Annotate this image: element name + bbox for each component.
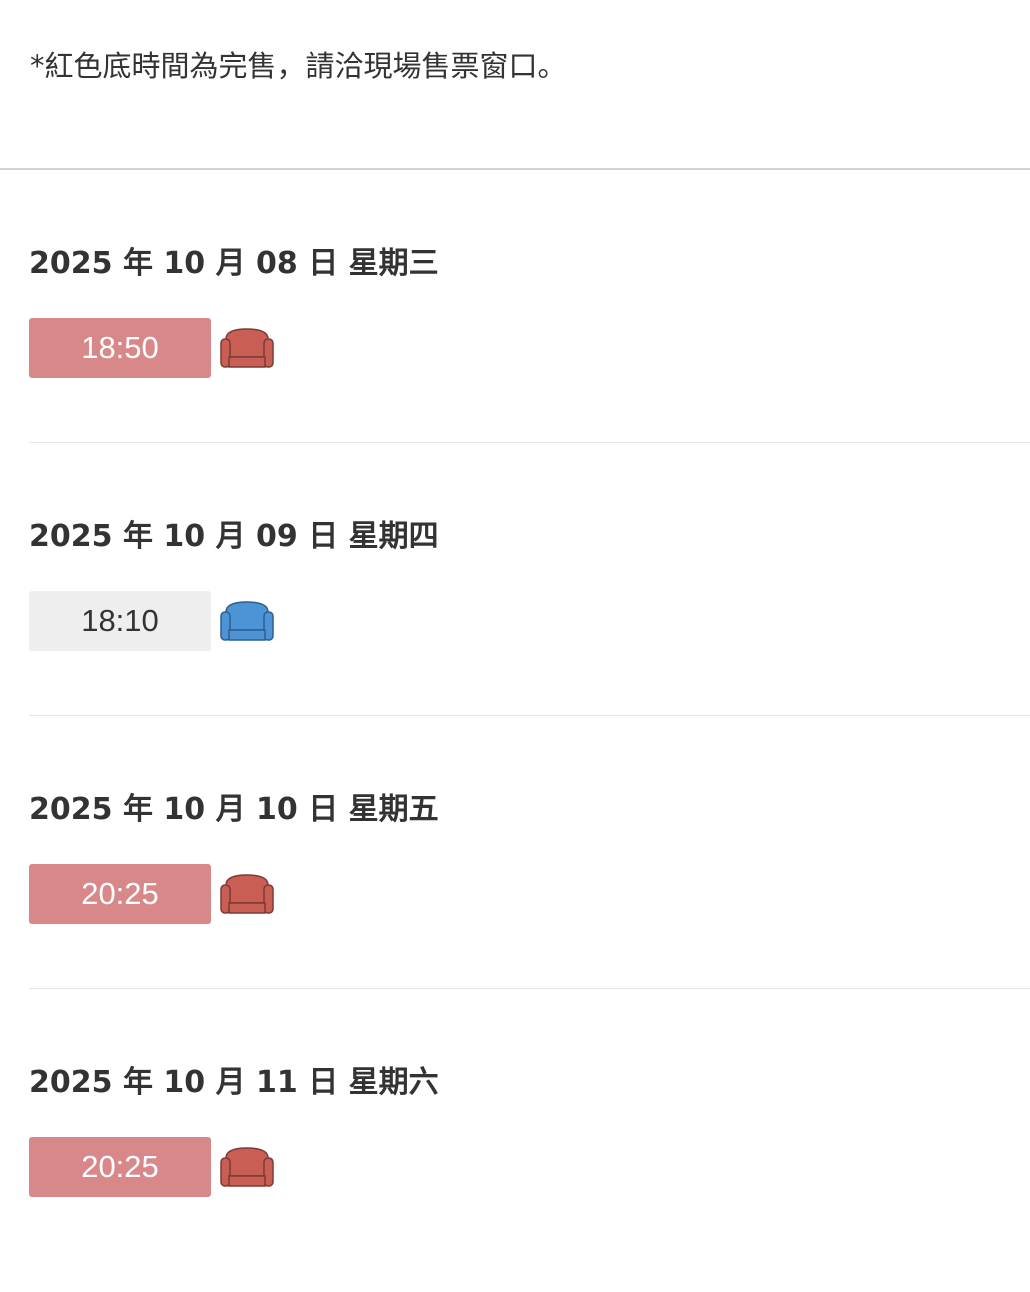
showtime-list: 2025 年 10 月 08 日 星期三 18:50 2025 年 10 月 0… <box>0 170 1030 1261</box>
day-section: 2025 年 10 月 11 日 星期六 20:25 <box>29 989 1030 1261</box>
showtime-button[interactable]: 18:10 <box>29 591 211 651</box>
date-heading: 2025 年 10 月 09 日 星期四 <box>29 519 439 554</box>
showtime-row: 20:25 <box>29 1137 274 1197</box>
day-section: 2025 年 10 月 08 日 星期三 18:50 <box>29 170 1030 443</box>
seat-icon <box>220 328 274 368</box>
showtime-row: 18:50 <box>29 318 274 378</box>
seat-icon <box>220 1147 274 1187</box>
day-section: 2025 年 10 月 10 日 星期五 20:25 <box>29 716 1030 989</box>
date-heading: 2025 年 10 月 10 日 星期五 <box>29 792 439 827</box>
seat-icon <box>220 874 274 914</box>
day-section: 2025 年 10 月 09 日 星期四 18:10 <box>29 443 1030 716</box>
showtime-row: 20:25 <box>29 864 274 924</box>
showtime-button[interactable]: 20:25 <box>29 1137 211 1197</box>
date-heading: 2025 年 10 月 08 日 星期三 <box>29 246 439 281</box>
seat-icon <box>220 601 274 641</box>
showtime-row: 18:10 <box>29 591 274 651</box>
showtime-button[interactable]: 20:25 <box>29 864 211 924</box>
date-heading: 2025 年 10 月 11 日 星期六 <box>29 1065 439 1100</box>
showtime-button[interactable]: 18:50 <box>29 318 211 378</box>
sold-out-notice: *紅色底時間為完售，請洽現場售票窗口。 <box>30 49 567 83</box>
